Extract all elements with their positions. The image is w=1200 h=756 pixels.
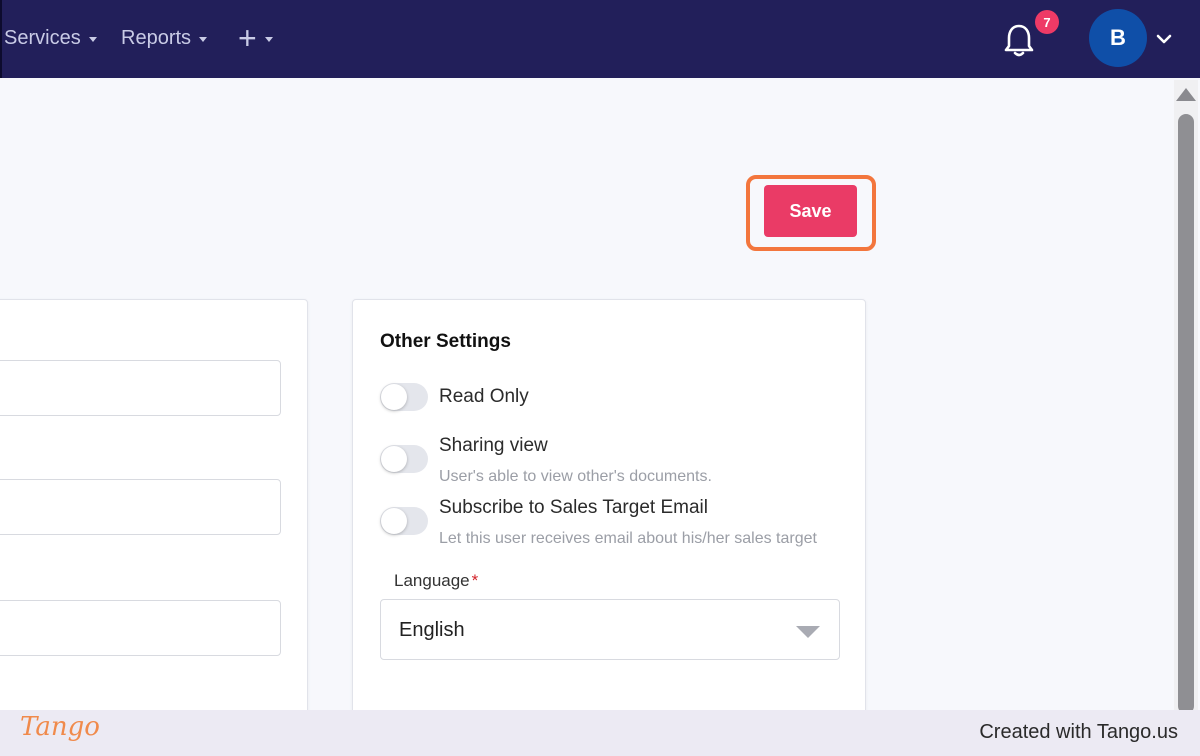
language-label: Language *: [394, 571, 478, 591]
text-field[interactable]: [0, 600, 281, 656]
section-title: Other Settings: [380, 331, 511, 352]
top-navigation-bar: Services Reports + 7 B: [0, 0, 1200, 78]
text-field[interactable]: [0, 360, 281, 416]
caret-down-icon: [199, 36, 208, 42]
nav-item-label: Services: [4, 26, 81, 49]
sharing-view-label: Sharing view: [439, 435, 548, 456]
save-button[interactable]: Save: [764, 185, 857, 237]
caret-down-icon: [88, 36, 97, 42]
read-only-label: Read Only: [439, 386, 529, 407]
text-field[interactable]: [0, 479, 281, 535]
chevron-down-icon[interactable]: [1155, 32, 1173, 46]
language-selected-value: English: [399, 619, 465, 641]
created-with-text: Created with Tango.us: [979, 721, 1178, 743]
caret-down-icon: [264, 36, 273, 42]
scrollbar-thumb[interactable]: [1178, 114, 1194, 714]
toggle-knob: [381, 508, 407, 534]
scroll-up-arrow-icon[interactable]: [1176, 88, 1196, 101]
sharing-view-toggle[interactable]: [380, 445, 428, 473]
nav-item-reports[interactable]: Reports: [121, 26, 208, 50]
notification-badge: 7: [1035, 10, 1059, 34]
sales-target-email-description: Let this user receives email about his/h…: [439, 530, 817, 547]
read-only-toggle[interactable]: [380, 383, 428, 411]
sharing-view-description: User's able to view other's documents.: [439, 468, 712, 485]
nav-item-label: Reports: [121, 26, 192, 49]
avatar[interactable]: B: [1089, 9, 1147, 67]
nav-add-menu[interactable]: +: [238, 20, 273, 56]
language-label-text: Language: [394, 571, 470, 590]
language-select[interactable]: English: [380, 599, 840, 660]
toggle-knob: [381, 446, 407, 472]
toggle-knob: [381, 384, 407, 410]
dropdown-arrow-icon: [796, 626, 820, 638]
sales-target-email-toggle[interactable]: [380, 507, 428, 535]
plus-icon: +: [238, 20, 257, 56]
bell-icon[interactable]: [1002, 22, 1036, 58]
sales-target-email-label: Subscribe to Sales Target Email: [439, 497, 708, 518]
required-mark: *: [471, 571, 479, 590]
tango-logo: Tango: [20, 712, 100, 742]
nav-item-services[interactable]: Services: [4, 26, 97, 50]
